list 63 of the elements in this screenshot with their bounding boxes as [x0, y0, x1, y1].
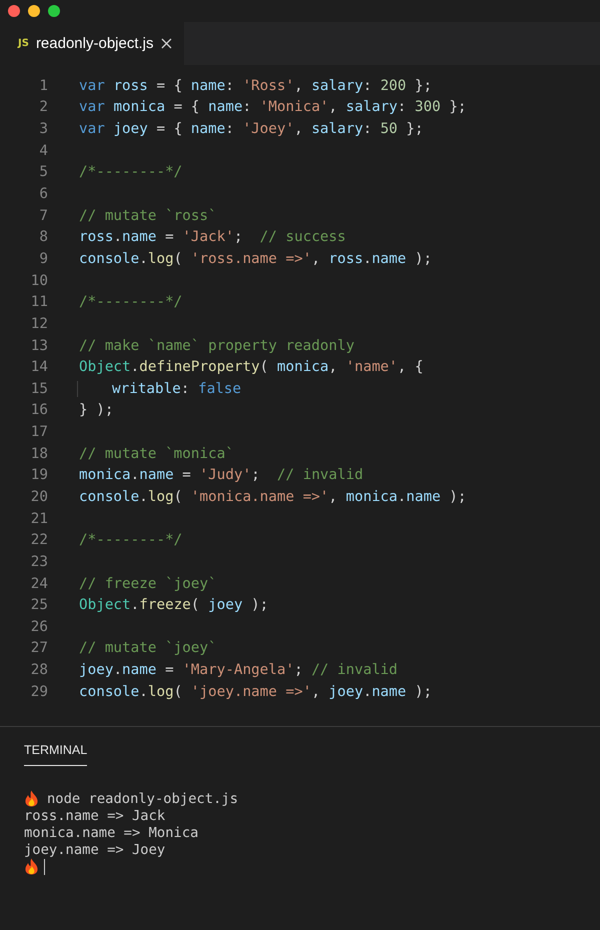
code-line: console.log( 'ross.name =>', ross.name );	[79, 250, 432, 267]
code-line: // mutate `monica`	[79, 446, 234, 462]
code-line: // make `name` property readonly	[79, 338, 354, 354]
line-number: 25	[30, 597, 48, 614]
line-number: 22	[30, 532, 48, 548]
code-line: /*--------*/	[79, 294, 182, 310]
line-number: 9	[38, 250, 48, 267]
line-number: 5	[38, 164, 48, 180]
code-line: // freeze `joey`	[79, 576, 217, 592]
line-number: 19	[30, 467, 48, 484]
editor-tab[interactable]: JS readonly-object.js	[0, 22, 184, 65]
line-number: 4	[38, 142, 48, 159]
code-line: var ross = { name: 'Ross', salary: 200 };	[79, 78, 432, 94]
terminal-tab[interactable]: TERMINAL	[24, 743, 88, 766]
terminal-line: ross.name => Jack	[24, 808, 166, 824]
code-line: console.log( 'monica.name =>', monica.name );	[79, 488, 466, 505]
code-line: Object.freeze( joey );	[79, 597, 268, 614]
line-number: 13	[30, 338, 48, 354]
line-number: 26	[30, 618, 48, 635]
code-line: /*--------*/	[79, 532, 182, 548]
line-number: 11	[30, 294, 48, 310]
line-number: 20	[30, 488, 48, 505]
close-icon[interactable]	[160, 38, 172, 49]
line-number: 29	[30, 684, 48, 700]
line-number: 7	[38, 208, 48, 224]
line-number: 10	[30, 272, 48, 289]
line-number: 3	[38, 121, 48, 138]
code-line: joey.name = 'Mary-Angela'; // invalid	[79, 662, 398, 678]
code-line: } );	[79, 402, 114, 418]
line-number: 17	[30, 424, 48, 440]
code-line: var monica = { name: 'Monica', salary: 300 };	[79, 99, 466, 116]
flame-icon	[24, 858, 39, 875]
tab-title: readonly-object.js	[36, 35, 154, 52]
terminal-line: monica.name => Monica	[24, 824, 198, 840]
code-line: // mutate `ross`	[79, 208, 217, 224]
line-number: 24	[30, 576, 48, 592]
terminal-line: node readonly-object.js	[47, 790, 238, 806]
line-number: 12	[30, 316, 48, 332]
line-number: 8	[38, 229, 48, 246]
flame-icon	[24, 790, 39, 807]
line-number: 18	[30, 446, 48, 462]
code-line: writable: false	[77, 380, 242, 397]
line-number: 1	[38, 78, 48, 94]
line-number: 23	[30, 554, 48, 570]
code-line: console.log( 'joey.name =>', joey.name );	[79, 684, 432, 700]
line-number: 2	[38, 99, 48, 116]
code-line: monica.name = 'Judy'; // invalid	[79, 467, 364, 484]
code-line: // mutate `joey`	[79, 640, 217, 656]
line-number: 21	[30, 510, 48, 527]
text-cursor	[44, 858, 45, 874]
js-file-icon: JS	[18, 38, 29, 49]
window-controls-icon[interactable]	[8, 5, 60, 17]
terminal-line: joey.name => Joey	[24, 842, 166, 858]
line-number: 6	[38, 186, 48, 202]
line-number: 14	[30, 359, 48, 376]
code-line: ross.name = 'Jack'; // success	[79, 229, 346, 246]
line-number: 16	[30, 402, 48, 418]
line-number: 27	[30, 640, 48, 656]
line-number: 15	[30, 380, 48, 397]
code-line: /*--------*/	[79, 164, 182, 180]
code-line: var joey = { name: 'Joey', salary: 50 };	[79, 121, 424, 138]
line-number: 28	[30, 662, 48, 678]
code-line: Object.defineProperty( monica, 'name', {	[79, 359, 424, 376]
